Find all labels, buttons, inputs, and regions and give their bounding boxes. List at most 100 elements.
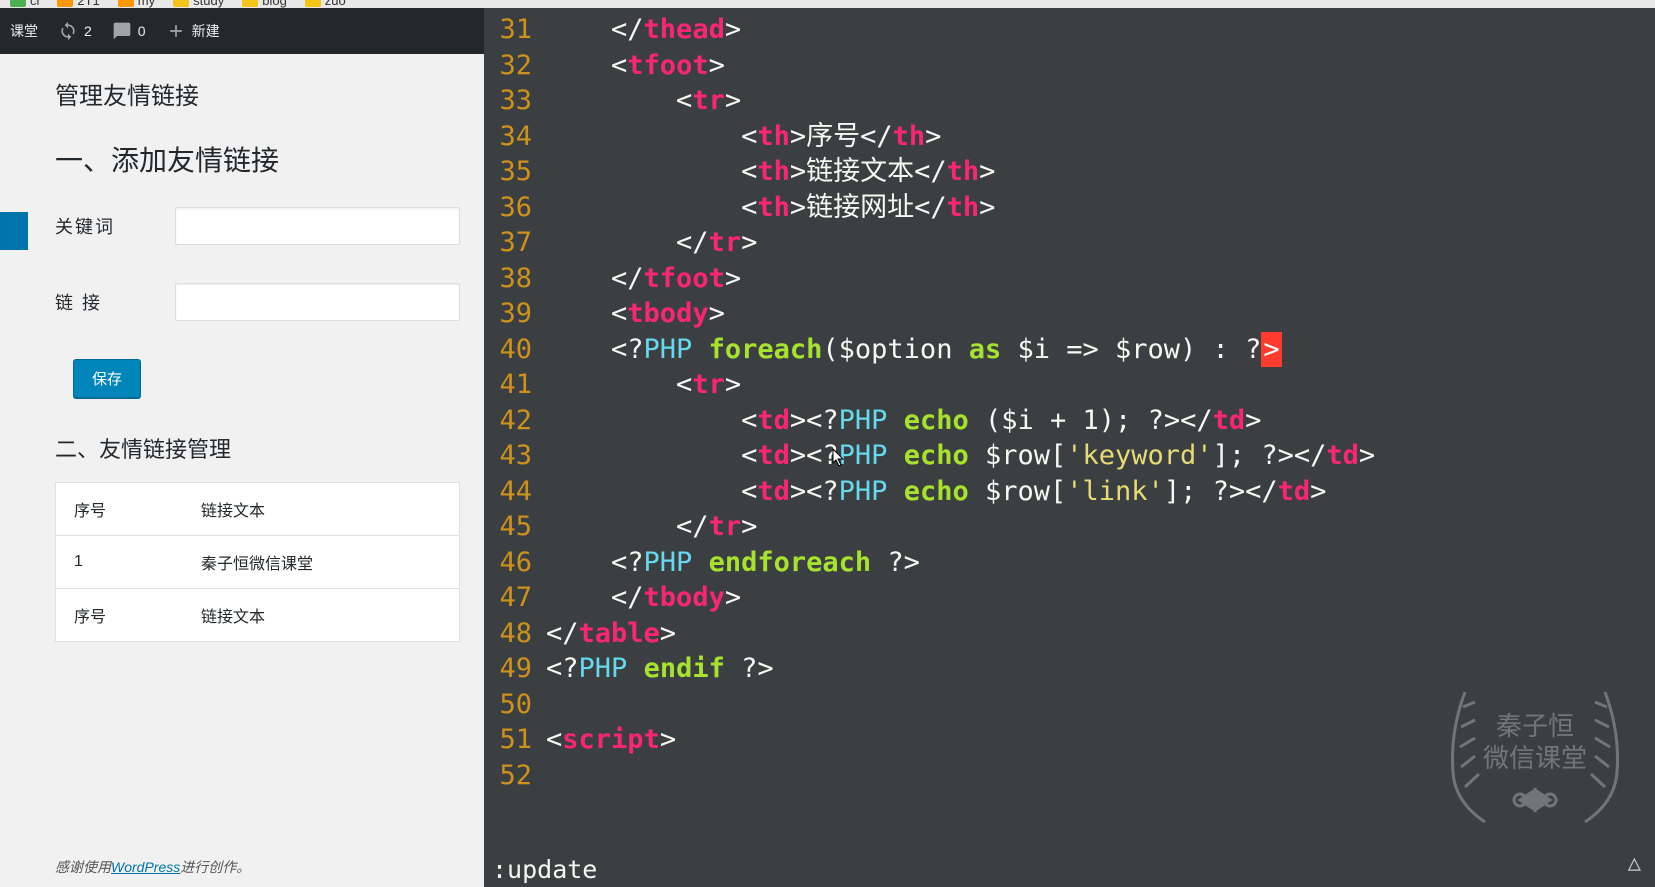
table-row[interactable]: 1秦子恒微信课堂 — [56, 536, 460, 589]
code-line[interactable]: </tbody> — [546, 580, 1655, 616]
code-line[interactable]: <tfoot> — [546, 48, 1655, 84]
bookmark-label: my — [138, 0, 155, 8]
folder-icon — [305, 0, 321, 7]
line-number: 42 — [484, 403, 532, 439]
line-number: 36 — [484, 190, 532, 226]
line-number: 52 — [484, 758, 532, 794]
bookmark-item[interactable]: study — [173, 0, 224, 8]
code-line[interactable]: <td><?PHP echo ($i + 1); ?></td> — [546, 403, 1655, 439]
table-footer: 序号 — [56, 589, 184, 642]
line-number-gutter: 3132333435363738394041424344454647484950… — [484, 8, 546, 887]
bookmark-label: study — [193, 0, 224, 8]
links-table: 序号链接文本 1秦子恒微信课堂 序号链接文本 — [55, 482, 460, 642]
editor-status-line[interactable]: :update △ — [484, 853, 1655, 887]
code-line[interactable]: <td><?PHP echo $row['keyword']; ?></td> — [546, 438, 1655, 474]
keyword-row: 关键词 — [55, 207, 460, 245]
new-label: 新建 — [192, 21, 220, 41]
page-title: 管理友情链接 — [55, 76, 460, 111]
section1-title: 一、添加友情链接 — [55, 139, 460, 179]
code-line[interactable]: </tfoot> — [546, 261, 1655, 297]
code-area[interactable]: </thead> <tfoot> <tr> <th>序号</th> <th>链接… — [546, 8, 1655, 887]
bookmark-label: blog — [262, 0, 287, 8]
code-line[interactable]: <th>序号</th> — [546, 119, 1655, 155]
updates-count: 2 — [84, 23, 92, 39]
link-input[interactable] — [175, 283, 460, 321]
code-line[interactable] — [546, 687, 1655, 723]
line-number: 47 — [484, 580, 532, 616]
folder-icon — [57, 0, 73, 7]
table-cell: 秦子恒微信课堂 — [183, 536, 459, 589]
line-number: 51 — [484, 722, 532, 758]
link-row: 链 接 — [55, 283, 460, 321]
wp-admin-bar: 课堂 2 0 新建 — [0, 8, 484, 54]
line-number: 34 — [484, 119, 532, 155]
keyword-input[interactable] — [175, 207, 460, 245]
bookmark-item[interactable]: my — [118, 0, 155, 8]
line-number: 37 — [484, 225, 532, 261]
status-command: :update — [492, 855, 597, 884]
code-line[interactable]: <tbody> — [546, 296, 1655, 332]
code-line[interactable]: <?PHP endif ?> — [546, 651, 1655, 687]
bookmark-item[interactable]: ci — [10, 0, 39, 8]
line-number: 32 — [484, 48, 532, 84]
table-header: 链接文本 — [183, 483, 459, 536]
code-line[interactable]: <tr> — [546, 83, 1655, 119]
comments-item[interactable]: 0 — [112, 21, 146, 41]
code-line[interactable]: <th>链接网址</th> — [546, 190, 1655, 226]
bookmark-item[interactable]: blog — [242, 0, 287, 8]
code-line[interactable] — [546, 758, 1655, 794]
line-number: 39 — [484, 296, 532, 332]
line-number: 50 — [484, 687, 532, 723]
table-foot: 序号链接文本 — [56, 589, 460, 642]
table-header: 序号 — [56, 483, 184, 536]
folder-icon — [242, 0, 258, 7]
code-line[interactable]: <th>链接文本</th> — [546, 154, 1655, 190]
code-line[interactable]: <script> — [546, 722, 1655, 758]
bookmark-item[interactable]: 2T1 — [57, 0, 99, 8]
bookmark-label: ci — [30, 0, 39, 8]
code-line[interactable]: </tr> — [546, 225, 1655, 261]
code-line[interactable]: </thead> — [546, 12, 1655, 48]
line-number: 46 — [484, 545, 532, 581]
save-button[interactable]: 保存 — [73, 359, 141, 398]
site-name-item[interactable]: 课堂 — [10, 21, 38, 41]
bookmark-item[interactable]: zuo — [305, 0, 346, 8]
site-name: 课堂 — [10, 21, 38, 41]
footer-credit: 感谢使用WordPress进行创作。 — [55, 857, 250, 877]
link-label: 链 接 — [55, 289, 175, 315]
line-number: 31 — [484, 12, 532, 48]
line-number: 49 — [484, 651, 532, 687]
folder-icon — [10, 0, 26, 7]
line-number: 38 — [484, 261, 532, 297]
table-cell: 1 — [56, 536, 184, 589]
code-line[interactable]: <tr> — [546, 367, 1655, 403]
code-line[interactable]: </table> — [546, 616, 1655, 652]
folder-icon — [118, 0, 134, 7]
code-editor[interactable]: 3132333435363738394041424344454647484950… — [484, 8, 1655, 887]
folder-icon — [173, 0, 189, 7]
table-body: 1秦子恒微信课堂 — [56, 536, 460, 589]
line-number: 40 — [484, 332, 532, 368]
code-line[interactable]: <?PHP endforeach ?> — [546, 545, 1655, 581]
section2-title: 二、友情链接管理 — [55, 432, 460, 464]
keyword-label: 关键词 — [55, 213, 175, 239]
line-number: 33 — [484, 83, 532, 119]
wordpress-admin-panel: 课堂 2 0 新建 管理友情链接 一、添加友情链接 关键词 链 接 保存 二、友… — [0, 8, 484, 887]
code-line[interactable]: <?PHP foreach($option as $i => $row) : ?… — [546, 332, 1655, 368]
wp-content-area: 管理友情链接 一、添加友情链接 关键词 链 接 保存 二、友情链接管理 序号链接… — [0, 54, 484, 887]
bookmark-bar: ci 2T1 my study blog zuo — [0, 0, 1655, 8]
updates-item[interactable]: 2 — [58, 21, 92, 41]
table-head: 序号链接文本 — [56, 483, 460, 536]
code-line[interactable]: <td><?PHP echo $row['link']; ?></td> — [546, 474, 1655, 510]
line-number: 45 — [484, 509, 532, 545]
sidebar-active-indicator — [0, 212, 28, 250]
bookmark-label: zuo — [325, 0, 346, 8]
new-item[interactable]: 新建 — [166, 21, 220, 41]
plus-icon — [166, 21, 186, 41]
wordpress-link[interactable]: WordPress — [111, 859, 180, 875]
line-number: 48 — [484, 616, 532, 652]
comments-count: 0 — [138, 23, 146, 39]
bookmark-label: 2T1 — [77, 0, 99, 8]
footer-suffix: 进行创作。 — [180, 859, 250, 875]
code-line[interactable]: </tr> — [546, 509, 1655, 545]
